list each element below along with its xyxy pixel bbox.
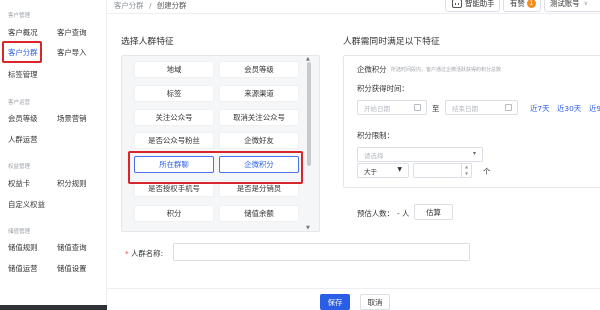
limit-label: 积分限制： (357, 131, 394, 140)
sidebar-item-member-level[interactable]: 会员等级 (8, 113, 38, 124)
end-date-placeholder: 结束日期 (452, 104, 478, 113)
operator-select[interactable]: 大于 ▼ (357, 163, 409, 178)
sidebar-item-customer-import[interactable]: 客户导入 (57, 47, 87, 58)
praise-button[interactable]: 有赞 1 (503, 0, 541, 12)
calendar-icon (414, 104, 421, 111)
feature-source-channel[interactable]: 来源渠道 (219, 85, 299, 102)
features-scrollbar[interactable]: ▲ ▼ (304, 56, 314, 231)
assistant-label: 智能助手 (465, 0, 495, 8)
unit-label: 个 (483, 167, 491, 176)
feature-member-level[interactable]: 会员等级 (219, 61, 299, 78)
features-title: 选择人群特征 (121, 37, 174, 47)
start-date-input[interactable]: 开始日期 (357, 100, 427, 115)
range-90-days-link[interactable]: 近9 (589, 103, 600, 114)
feature-region[interactable]: 地域 (134, 61, 214, 78)
sidebar-item-scene-marketing[interactable]: 场景营销 (57, 113, 87, 124)
number-stepper[interactable]: ▲ ▼ (461, 163, 471, 178)
estimate-label: 预估人数： (357, 209, 394, 218)
features-highlight-box (128, 151, 303, 184)
range-30-days-link[interactable]: 近30天 (557, 103, 581, 114)
praise-label: 有赞 (510, 0, 525, 8)
time-label: 积分获得时间： (357, 84, 409, 93)
sidebar-item-points-rules[interactable]: 积分规则 (57, 178, 87, 189)
breadcrumb-separator: / (148, 1, 152, 10)
robot-icon (452, 0, 462, 8)
limit-select-placeholder: 请选择 (364, 151, 384, 160)
feature-is-account-fan[interactable]: 是否公众号粉丝 (134, 132, 214, 149)
feature-follow-account[interactable]: 关注公众号 (134, 109, 214, 126)
range-7-days-link[interactable]: 近7天 (530, 103, 549, 114)
footer-bar (107, 288, 600, 310)
scrollbar-thumb[interactable] (307, 62, 311, 166)
end-date-input[interactable]: 结束日期 (445, 100, 518, 115)
feature-wecom-friend[interactable]: 企微好友 (219, 132, 299, 149)
segment-name-label: 人群名称: (131, 249, 164, 258)
sidebar-item-stored-value-settings[interactable]: 储值设置 (57, 263, 87, 274)
stepper-down-icon[interactable]: ▼ (462, 170, 471, 177)
sidebar-item-customer-overview[interactable]: 客户概况 (8, 27, 38, 38)
notification-badge: 1 (526, 0, 536, 8)
points-condition-hint: 所选时间段内，客户通过企微活跃获得的积分总数 (391, 67, 502, 73)
cancel-button[interactable]: 取消 (360, 294, 390, 310)
estimate-button[interactable]: 估算 (414, 204, 453, 220)
account-dropdown[interactable]: 测试账号 ∨ (544, 0, 600, 12)
feature-unfollow-account[interactable]: 取消关注公众号 (219, 109, 299, 126)
start-date-placeholder: 开始日期 (364, 104, 390, 113)
sidebar-section-benefits-management: 权益管理 (8, 164, 31, 170)
sidebar: 客户管理 客户概况 客户查询 客户分群 客户导入 标签管理 客户运营 会员等级 … (0, 0, 107, 310)
breadcrumb-current: 创建分群 (156, 1, 187, 10)
required-mark: * (125, 249, 129, 258)
account-label: 测试账号 (550, 0, 580, 8)
breadcrumb-parent[interactable]: 客户分群 (114, 1, 144, 10)
sidebar-item-stored-value-query[interactable]: 储值查询 (57, 242, 87, 253)
save-button[interactable]: 保存 (320, 294, 350, 310)
sidebar-section-customer-management: 客户管理 (8, 13, 31, 19)
sidebar-item-custom-benefits[interactable]: 自定义权益 (8, 199, 45, 210)
sidebar-item-tag-management[interactable]: 标签管理 (8, 69, 38, 80)
conditions-title: 人群需同时满足以下特征 (343, 37, 440, 47)
sidebar-item-benefit-card[interactable]: 权益卡 (8, 178, 30, 189)
sidebar-highlight-box (2, 41, 42, 63)
limit-select[interactable]: 请选择 ▾ (357, 147, 483, 162)
chevron-down-icon: ∨ (583, 0, 588, 7)
points-condition-label: 企微积分 (357, 65, 387, 74)
sidebar-item-stored-value-rules[interactable]: 储值规则 (8, 242, 38, 253)
feature-points[interactable]: 积分 (134, 205, 214, 222)
sidebar-item-customer-query[interactable]: 客户查询 (57, 27, 87, 38)
operator-value: 大于 (364, 167, 377, 176)
feature-tag[interactable]: 标签 (134, 85, 214, 102)
calendar-icon (505, 104, 512, 111)
date-to-label: 至 (432, 104, 440, 113)
sidebar-item-crowd-operations[interactable]: 人群运营 (8, 134, 38, 145)
sidebar-bottom-bar (0, 305, 107, 310)
scroll-down-icon[interactable]: ▼ (306, 225, 310, 231)
stepper-up-icon[interactable]: ▲ (462, 163, 471, 170)
assistant-button[interactable]: 智能助手 (445, 0, 500, 12)
sidebar-section-customer-operations: 客户运营 (8, 100, 31, 106)
segment-name-input[interactable] (173, 243, 470, 261)
feature-stored-balance[interactable]: 储值余额 (219, 205, 299, 222)
breadcrumb: 客户分群 / 创建分群 (114, 0, 186, 11)
features-list: 地域 会员等级 标签 来源渠道 关注公众号 取消关注公众号 是否公众号粉丝 企微… (121, 55, 320, 232)
sidebar-item-stored-value-operations[interactable]: 储值运营 (8, 263, 38, 274)
estimate-value: - 人 (397, 209, 410, 218)
chevron-down-icon: ▾ (472, 150, 476, 157)
sidebar-section-stored-value: 储值管理 (8, 229, 31, 235)
caret-down-icon: ▼ (397, 166, 402, 173)
